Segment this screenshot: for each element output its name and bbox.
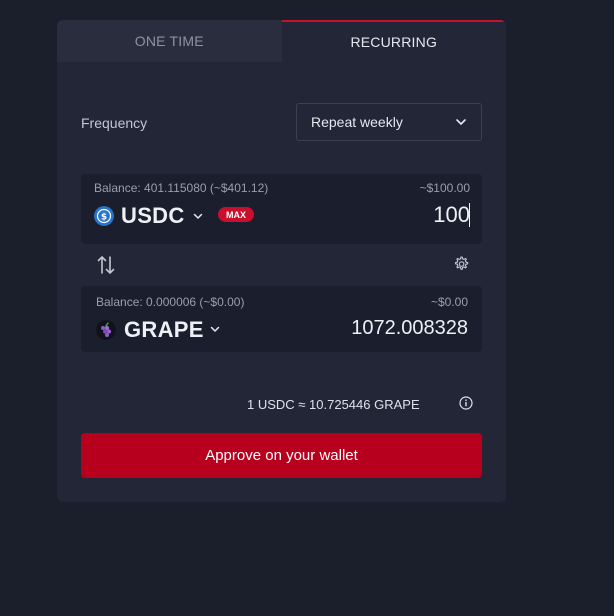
from-token-panel: Balance: 401.115080 (~$401.12) ~$100.00 … [81, 174, 482, 244]
svg-text:$: $ [101, 213, 107, 223]
info-icon[interactable] [459, 396, 473, 410]
from-token-name[interactable]: USDC [121, 203, 185, 229]
from-balance: Balance: 401.115080 (~$401.12) [94, 181, 269, 195]
exchange-rate: 1 USDC ≈ 10.725446 GRAPE [247, 397, 420, 412]
max-button[interactable]: MAX [218, 207, 254, 222]
from-amount-input[interactable] [350, 201, 470, 229]
frequency-selected-value: Repeat weekly [311, 114, 403, 130]
from-usd-value: ~$100.00 [419, 181, 470, 195]
swap-card: ONE TIME RECURRING Frequency Repeat week… [57, 20, 506, 502]
chevron-down-icon[interactable] [210, 324, 220, 334]
to-amount: 1072.008328 [351, 317, 468, 339]
gear-icon[interactable] [452, 255, 470, 273]
grape-icon [96, 320, 116, 340]
to-balance: Balance: 0.000006 (~$0.00) [96, 295, 245, 309]
to-token-name[interactable]: GRAPE [124, 317, 204, 343]
frequency-select[interactable]: Repeat weekly [296, 103, 482, 141]
chevron-down-icon[interactable] [193, 211, 203, 221]
tab-recurring[interactable]: RECURRING [281, 20, 506, 62]
usdc-icon: $ [94, 206, 114, 226]
to-usd-value: ~$0.00 [430, 295, 468, 309]
text-caret [469, 203, 470, 227]
chevron-down-icon [456, 119, 466, 125]
to-token-panel: Balance: 0.000006 (~$0.00) ~$0.00 GRAPE … [81, 286, 482, 352]
frequency-label: Frequency [81, 115, 148, 131]
swap-icon[interactable] [96, 254, 116, 276]
mode-tabs: ONE TIME RECURRING [57, 20, 506, 62]
approve-button[interactable]: Approve on your wallet [81, 433, 482, 478]
tab-one-time[interactable]: ONE TIME [57, 20, 282, 62]
